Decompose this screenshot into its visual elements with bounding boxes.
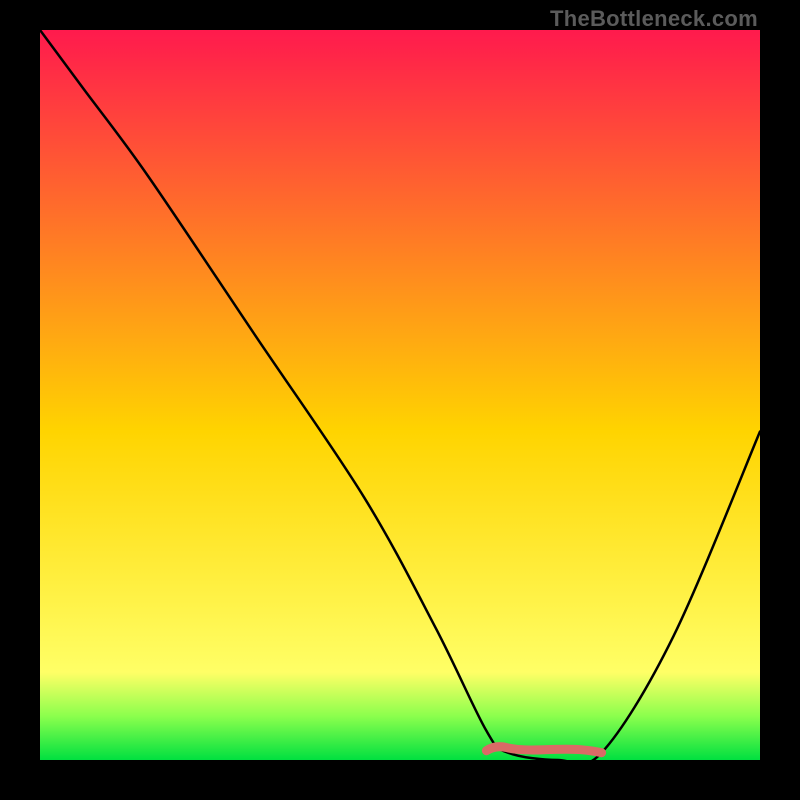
gradient-background (40, 30, 760, 760)
bottleneck-chart (40, 30, 760, 760)
attribution-text: TheBottleneck.com (550, 6, 758, 32)
chart-frame (40, 30, 760, 760)
